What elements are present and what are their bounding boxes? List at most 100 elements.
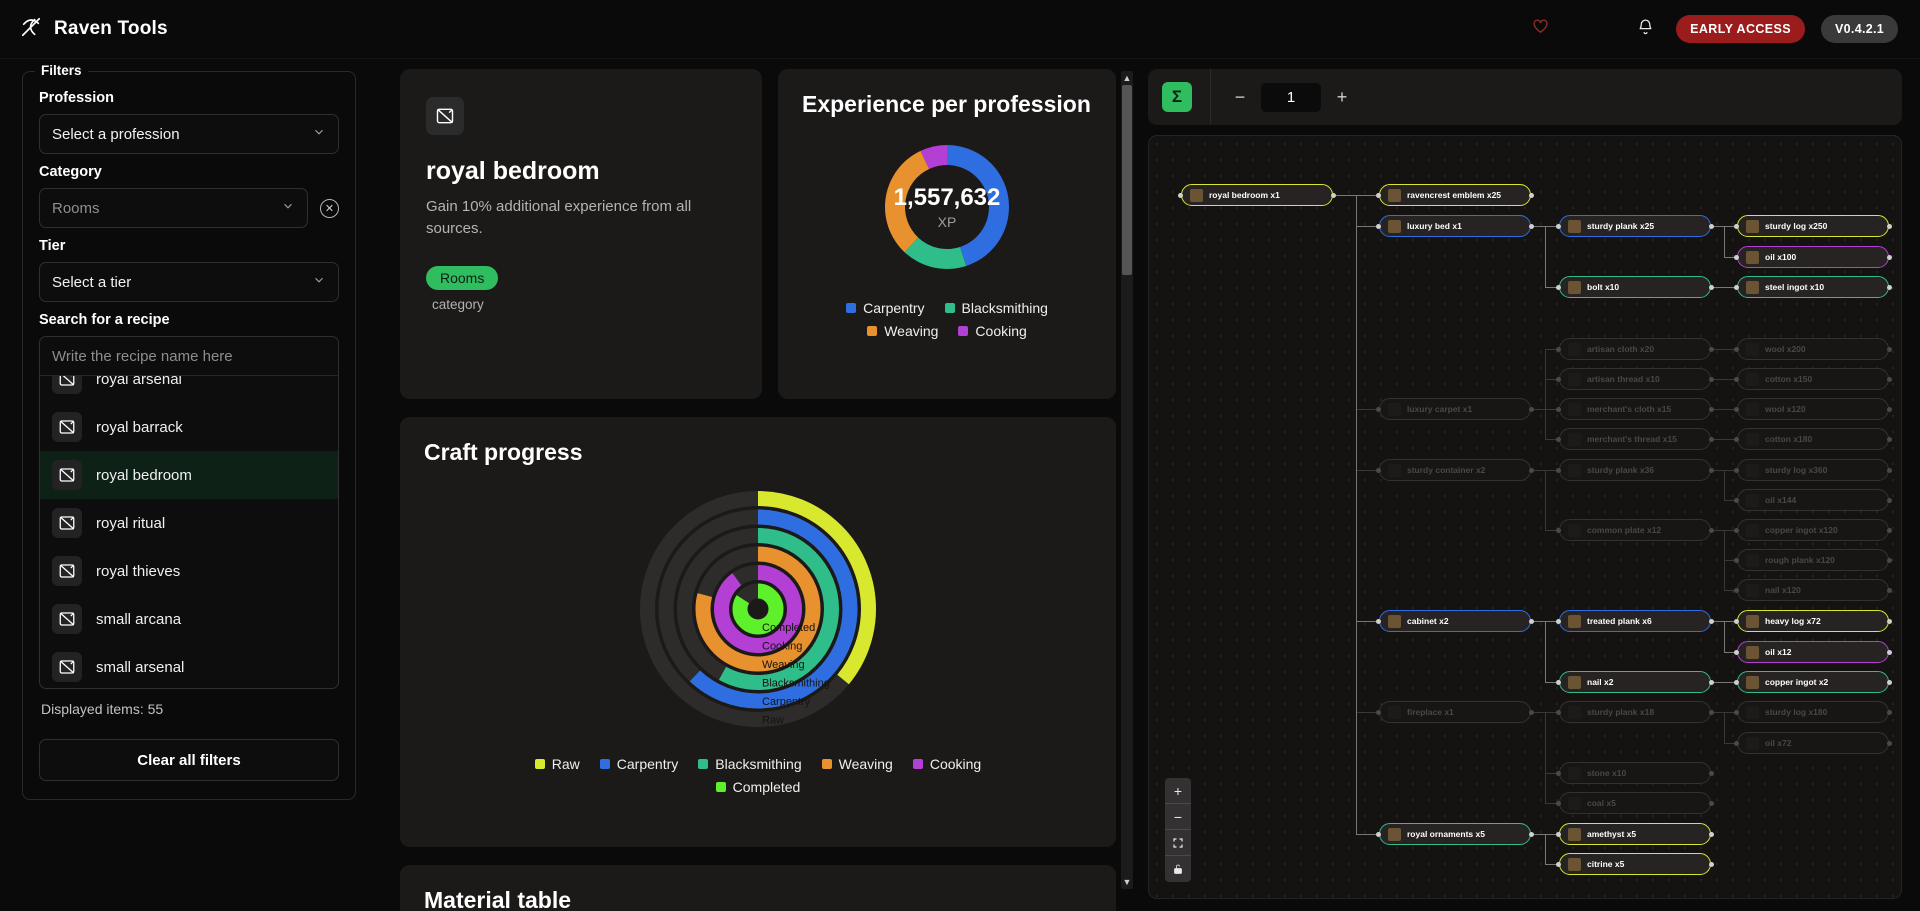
radial-bar[interactable] — [714, 565, 802, 653]
graph-node-port[interactable] — [1529, 618, 1534, 624]
graph-node[interactable]: copper ingot x2 — [1737, 671, 1889, 693]
legend-item[interactable]: Raw — [534, 756, 580, 772]
graph-node-port[interactable] — [1376, 467, 1381, 473]
graph-node-port[interactable] — [1556, 376, 1561, 382]
graph-node[interactable]: oil x144 — [1737, 489, 1889, 511]
graph-node[interactable]: bolt x10 — [1559, 276, 1711, 298]
graph-node[interactable]: artisan cloth x20 — [1559, 338, 1711, 360]
graph-node-port[interactable] — [1709, 346, 1714, 352]
graph-node-port[interactable] — [1887, 223, 1892, 229]
scrollbar-thumb[interactable] — [1122, 85, 1132, 275]
graph-node[interactable]: copper ingot x120 — [1737, 519, 1889, 541]
graph-node[interactable]: luxury bed x1 — [1379, 215, 1531, 237]
graph-node-port[interactable] — [1887, 497, 1892, 503]
graph-node[interactable]: oil x72 — [1737, 732, 1889, 754]
graph-node-port[interactable] — [1556, 861, 1561, 867]
graph-node-port[interactable] — [1734, 679, 1739, 685]
graph-node-port[interactable] — [1734, 223, 1739, 229]
category-select[interactable]: Rooms — [39, 188, 308, 228]
decrement-button[interactable]: − — [1233, 87, 1247, 108]
legend-item[interactable]: Carpentry — [599, 756, 678, 772]
graph-node-port[interactable] — [1887, 406, 1892, 412]
graph-node[interactable]: sturdy log x250 — [1737, 215, 1889, 237]
graph-node-port[interactable] — [1556, 223, 1561, 229]
graph-node[interactable]: sturdy plank x18 — [1559, 701, 1711, 723]
graph-node-port[interactable] — [1556, 800, 1561, 806]
legend-item[interactable]: Weaving — [867, 323, 938, 339]
list-item[interactable]: small arcana — [40, 595, 338, 643]
graph-node-port[interactable] — [1556, 436, 1561, 442]
profession-select[interactable]: Select a profession — [39, 114, 339, 154]
list-item[interactable]: royal thieves — [40, 547, 338, 595]
graph-node-port[interactable] — [1709, 376, 1714, 382]
scroll-up-arrow-icon[interactable]: ▲ — [1121, 71, 1133, 85]
graph-node-port[interactable] — [1734, 557, 1739, 563]
graph-node-port[interactable] — [1887, 587, 1892, 593]
graph-node-port[interactable] — [1529, 831, 1534, 837]
graph-node-port[interactable] — [1556, 346, 1561, 352]
graph-node-port[interactable] — [1376, 406, 1381, 412]
graph-node[interactable]: coal x5 — [1559, 792, 1711, 814]
graph-node-port[interactable] — [1734, 587, 1739, 593]
graph-node-port[interactable] — [1709, 406, 1714, 412]
graph-node-port[interactable] — [1887, 254, 1892, 260]
tier-select[interactable]: Select a tier — [39, 262, 339, 302]
graph-node-port[interactable] — [1376, 709, 1381, 715]
graph-node[interactable]: sturdy log x180 — [1737, 701, 1889, 723]
graph-node-port[interactable] — [1734, 254, 1739, 260]
graph-node[interactable]: amethyst x5 — [1559, 823, 1711, 845]
graph-node-port[interactable] — [1887, 709, 1892, 715]
graph-node-port[interactable] — [1734, 284, 1739, 290]
graph-node-port[interactable] — [1734, 376, 1739, 382]
graph-node-port[interactable] — [1709, 770, 1714, 776]
scroll-down-arrow-icon[interactable]: ▼ — [1121, 875, 1133, 889]
legend-item[interactable]: Weaving — [821, 756, 893, 772]
graph-node[interactable]: sturdy plank x25 — [1559, 215, 1711, 237]
graph-node[interactable]: citrine x5 — [1559, 853, 1711, 875]
graph-node[interactable]: ravencrest emblem x25 — [1379, 184, 1531, 206]
graph-node-port[interactable] — [1556, 709, 1561, 715]
graph-node[interactable]: treated plank x6 — [1559, 610, 1711, 632]
graph-node-port[interactable] — [1887, 436, 1892, 442]
graph-node[interactable]: luxury carpet x1 — [1379, 398, 1531, 420]
heart-icon[interactable] — [1532, 18, 1549, 40]
graph-node-port[interactable] — [1556, 406, 1561, 412]
sigma-icon[interactable]: Σ — [1162, 82, 1192, 112]
legend-item[interactable]: Blacksmithing — [944, 300, 1048, 316]
graph-node-port[interactable] — [1734, 346, 1739, 352]
graph-node-port[interactable] — [1709, 800, 1714, 806]
graph-node-port[interactable] — [1734, 406, 1739, 412]
clear-all-filters-button[interactable]: Clear all filters — [39, 739, 339, 781]
list-item[interactable]: small arsenal — [40, 643, 338, 688]
graph-node-port[interactable] — [1709, 709, 1714, 715]
graph-node[interactable]: cotton x150 — [1737, 368, 1889, 390]
graph-node-port[interactable] — [1887, 527, 1892, 533]
graph-node[interactable]: steel ingot x10 — [1737, 276, 1889, 298]
graph-node-port[interactable] — [1887, 679, 1892, 685]
graph-node-port[interactable] — [1709, 467, 1714, 473]
clear-category-button[interactable]: ✕ — [320, 198, 339, 218]
graph-node-port[interactable] — [1734, 740, 1739, 746]
graph-node-port[interactable] — [1734, 497, 1739, 503]
graph-node[interactable]: sturdy container x2 — [1379, 459, 1531, 481]
graph-node-port[interactable] — [1887, 376, 1892, 382]
graph-node[interactable]: oil x12 — [1737, 641, 1889, 663]
graph-node[interactable]: sturdy log x360 — [1737, 459, 1889, 481]
graph-node-port[interactable] — [1709, 436, 1714, 442]
graph-node-port[interactable] — [1887, 740, 1892, 746]
graph-node-port[interactable] — [1376, 618, 1381, 624]
bell-icon[interactable] — [1637, 18, 1654, 40]
list-item[interactable]: royal bedroom — [40, 451, 338, 499]
legend-item[interactable]: Blacksmithing — [698, 756, 802, 772]
graph-node[interactable]: stone x10 — [1559, 762, 1711, 784]
graph-node-port[interactable] — [1556, 467, 1561, 473]
legend-item[interactable]: Completed — [715, 779, 800, 795]
graph-node[interactable]: fireplace x1 — [1379, 701, 1531, 723]
graph-node-port[interactable] — [1529, 192, 1534, 198]
graph-node-port[interactable] — [1709, 831, 1714, 837]
list-item[interactable]: royal arsenal — [40, 376, 338, 403]
zoom-out-button[interactable]: − — [1165, 804, 1191, 830]
graph-node-port[interactable] — [1887, 557, 1892, 563]
graph-node[interactable]: rough plank x120 — [1737, 549, 1889, 571]
graph-node[interactable]: wool x120 — [1737, 398, 1889, 420]
